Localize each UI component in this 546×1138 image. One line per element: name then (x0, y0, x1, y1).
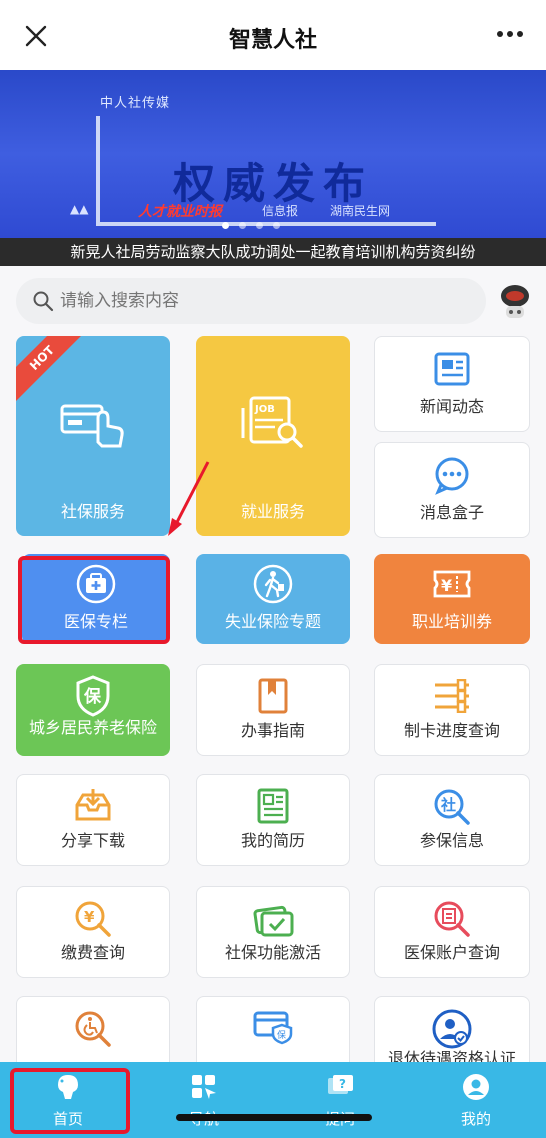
profile-icon (463, 1074, 489, 1100)
top-bar: 智慧人社 (0, 0, 546, 70)
home-indicator[interactable] (176, 1114, 372, 1121)
card-progress-tile[interactable]: 制卡进度查询 (374, 664, 530, 756)
tile-label: 失业保险专题 (224, 612, 321, 631)
card-hand-icon (60, 404, 124, 448)
nav-item-profile[interactable]: 我的 (408, 1062, 544, 1138)
carousel-dot[interactable] (273, 222, 280, 229)
tile-label: 我的简历 (240, 831, 305, 850)
card-shield-icon: 保 (253, 1011, 293, 1045)
page-title: 智慧人社 (228, 28, 317, 53)
share-download-tile[interactable]: 分享下载 (16, 774, 170, 866)
hot-badge: HOT (16, 336, 86, 402)
job-newspaper-icon: JOB (241, 396, 303, 448)
news-icon (434, 352, 470, 386)
svg-text:保: 保 (83, 686, 102, 707)
guide-book-icon (258, 678, 288, 714)
news-tile[interactable]: 新闻动态 (374, 336, 530, 432)
partner-logo-1: ▲▲ (70, 202, 89, 216)
more-icon[interactable] (496, 28, 524, 40)
carousel-dot[interactable] (239, 222, 246, 229)
tile-label: 参保信息 (419, 831, 484, 850)
svg-text:JOB: JOB (254, 404, 275, 415)
insured-info-tile[interactable]: 社 参保信息 (374, 774, 530, 866)
tile-label: 新闻动态 (419, 397, 484, 416)
carousel-dots[interactable] (222, 214, 302, 229)
svg-text:?: ? (339, 1077, 346, 1091)
carousel-dot[interactable] (256, 222, 263, 229)
tile-label: 缴费查询 (60, 943, 125, 962)
person-verify-icon (432, 1009, 472, 1049)
highlight-box-medical (18, 556, 170, 644)
news-ticker[interactable]: 新晃人社局劳动监察大队成功调处一起教育培训机构劳资纠纷 (0, 238, 546, 266)
tile-label: 城乡居民养老保险 (28, 718, 157, 737)
employment-service-tile[interactable]: JOB 就业服务 (196, 336, 350, 536)
tile-label: 就业服务 (240, 502, 305, 521)
highlight-box-home (10, 1068, 130, 1134)
partner-3: 湖南民生网 (330, 204, 391, 218)
search-icon (33, 291, 54, 312)
annotation-arrow (168, 461, 210, 536)
nav-item-ask[interactable]: ? 提问 (272, 1062, 408, 1138)
tile-label: 医保账户查询 (403, 943, 500, 962)
progress-sliders-icon (435, 679, 469, 713)
chat-bubble-icon (435, 457, 469, 495)
social-security-tile[interactable]: HOT 社保服务 (16, 336, 170, 536)
search-social-icon: 社 (434, 789, 470, 825)
walking-person-icon (253, 564, 293, 604)
service-guide-tile[interactable]: 办事指南 (196, 664, 350, 756)
nav-item-navigation[interactable]: 导航 (136, 1062, 272, 1138)
resume-document-icon (257, 788, 289, 824)
svg-text:保: 保 (277, 1029, 286, 1041)
tile-label: 消息盒子 (419, 503, 484, 522)
tile-label: 分享下载 (60, 831, 125, 850)
svg-text:社: 社 (440, 796, 456, 814)
app-screen: 智慧人社 中人社传媒 权威发布 ▲▲ 信息报 湖南民生网 人才就业时报 新晃人社… (0, 0, 546, 1138)
search-input[interactable] (60, 286, 460, 316)
wheelchair-search-icon (75, 1011, 111, 1047)
nav-label: 我的 (460, 1110, 491, 1128)
tile-label: 办事指南 (240, 721, 305, 740)
document-search-icon (434, 901, 470, 937)
assistant-robot-icon[interactable] (496, 282, 534, 322)
banner-brand: 中人社传媒 (100, 96, 171, 111)
svg-text:¥: ¥ (84, 908, 95, 926)
search-bar[interactable] (16, 278, 486, 324)
banner-carousel[interactable]: 中人社传媒 权威发布 ▲▲ 信息报 湖南民生网 人才就业时报 (0, 70, 546, 238)
yen-search-icon: ¥ (75, 901, 111, 937)
rural-urban-pension-tile[interactable]: 保 城乡居民养老保险 (16, 664, 170, 756)
shield-icon: 保 (76, 675, 110, 717)
activate-social-function-tile[interactable]: 社保功能激活 (196, 886, 350, 978)
tile-label: 社保服务 (60, 502, 125, 521)
question-icon: ? (328, 1075, 353, 1094)
unemployment-insurance-tile[interactable]: 失业保险专题 (196, 554, 350, 644)
carousel-dot[interactable] (222, 222, 229, 229)
card-check-icon (253, 905, 294, 937)
my-resume-tile[interactable]: 我的简历 (196, 774, 350, 866)
tile-label: 职业培训券 (411, 612, 492, 631)
svg-text:¥: ¥ (441, 576, 452, 595)
voucher-icon: ¥ (433, 570, 471, 598)
tile-label: 制卡进度查询 (403, 721, 500, 740)
medical-account-tile[interactable]: 医保账户查询 (374, 886, 530, 978)
navigation-icon (192, 1075, 216, 1099)
message-box-tile[interactable]: 消息盒子 (374, 442, 530, 538)
tile-label: 社保功能激活 (224, 943, 321, 962)
vocational-training-voucher-tile[interactable]: ¥ 职业培训券 (374, 554, 530, 644)
download-tray-icon (75, 789, 111, 821)
payment-query-tile[interactable]: ¥ 缴费查询 (16, 886, 170, 978)
partner-1: 人才就业时报 (138, 204, 222, 220)
